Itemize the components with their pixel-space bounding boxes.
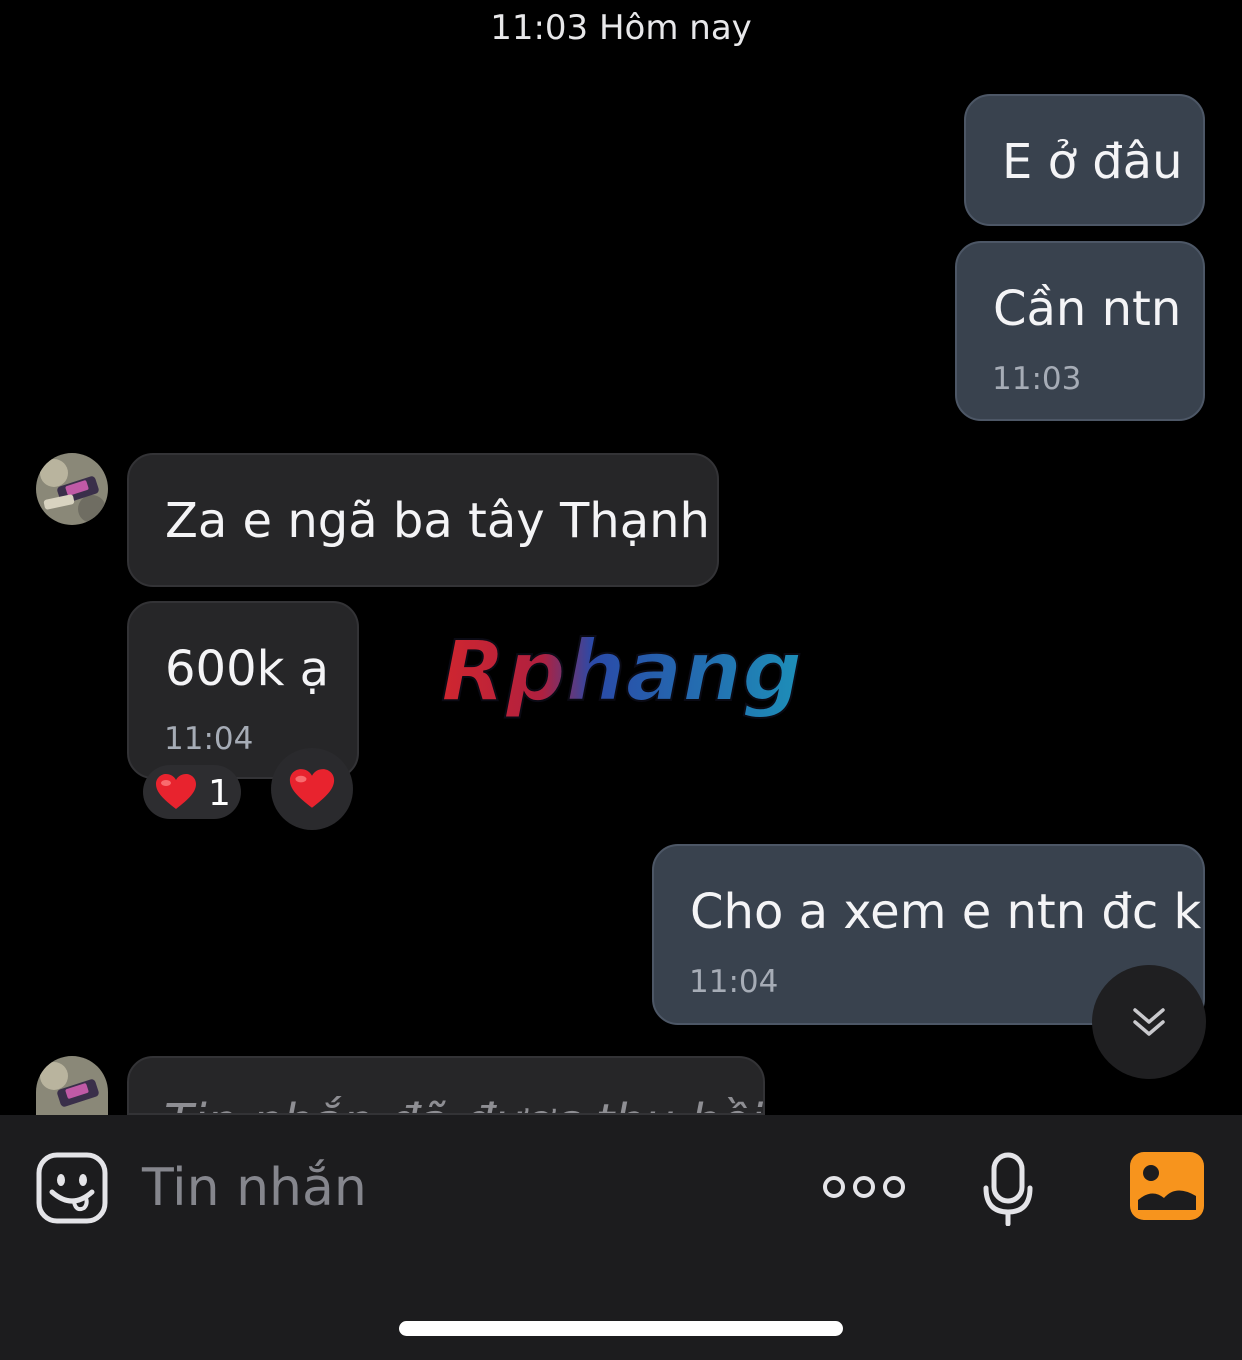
- message-bubble-incoming[interactable]: Tin nhắn đã được thu hồi: [127, 1056, 765, 1115]
- double-chevron-down-icon: [1133, 1008, 1165, 1036]
- message-input[interactable]: Tin nhắn: [142, 1158, 367, 1218]
- message-bubble-outgoing[interactable]: E ở đâu: [964, 94, 1205, 226]
- microphone-icon: [983, 1152, 1033, 1227]
- sticker-button[interactable]: [36, 1152, 108, 1224]
- voice-record-button[interactable]: [982, 1152, 1034, 1227]
- message-text: E ở đâu: [1002, 134, 1183, 190]
- message-text: 600k ạ: [165, 641, 330, 697]
- watermark-logo: Rphang: [435, 620, 815, 730]
- message-text: Cho a xem e ntn đc k: [690, 884, 1202, 940]
- svg-text:Rphang: Rphang: [441, 622, 802, 720]
- reaction-count: 1: [208, 773, 231, 814]
- message-text: Cần ntn: [993, 281, 1182, 337]
- date-divider: 11:03 Hôm nay: [490, 8, 752, 48]
- more-dots-icon: [823, 1176, 905, 1198]
- scroll-to-bottom-button[interactable]: [1092, 965, 1206, 1079]
- message-time: 11:03: [992, 361, 1082, 397]
- add-reaction-button[interactable]: [271, 748, 353, 830]
- avatar[interactable]: [36, 1056, 108, 1115]
- message-time: 11:04: [689, 964, 779, 1000]
- message-bubble-incoming[interactable]: Za e ngã ba tây Thạnh: [127, 453, 719, 587]
- message-time: 11:04: [164, 721, 254, 757]
- sticker-smile-icon: [36, 1152, 108, 1224]
- heart-icon: [156, 774, 196, 809]
- message-bubble-outgoing[interactable]: Cần ntn 11:03: [955, 241, 1205, 421]
- more-options-button[interactable]: [822, 1172, 906, 1202]
- avatar[interactable]: [36, 453, 108, 525]
- reaction-summary[interactable]: 1: [143, 765, 241, 819]
- photo-gallery-icon: [1130, 1152, 1204, 1220]
- message-text: Za e ngã ba tây Thạnh: [165, 493, 710, 549]
- recalled-message-text: Tin nhắn đã được thu hồi: [164, 1098, 763, 1113]
- photo-gallery-button[interactable]: [1130, 1152, 1204, 1220]
- home-indicator[interactable]: [399, 1321, 843, 1336]
- heart-icon: [289, 769, 335, 808]
